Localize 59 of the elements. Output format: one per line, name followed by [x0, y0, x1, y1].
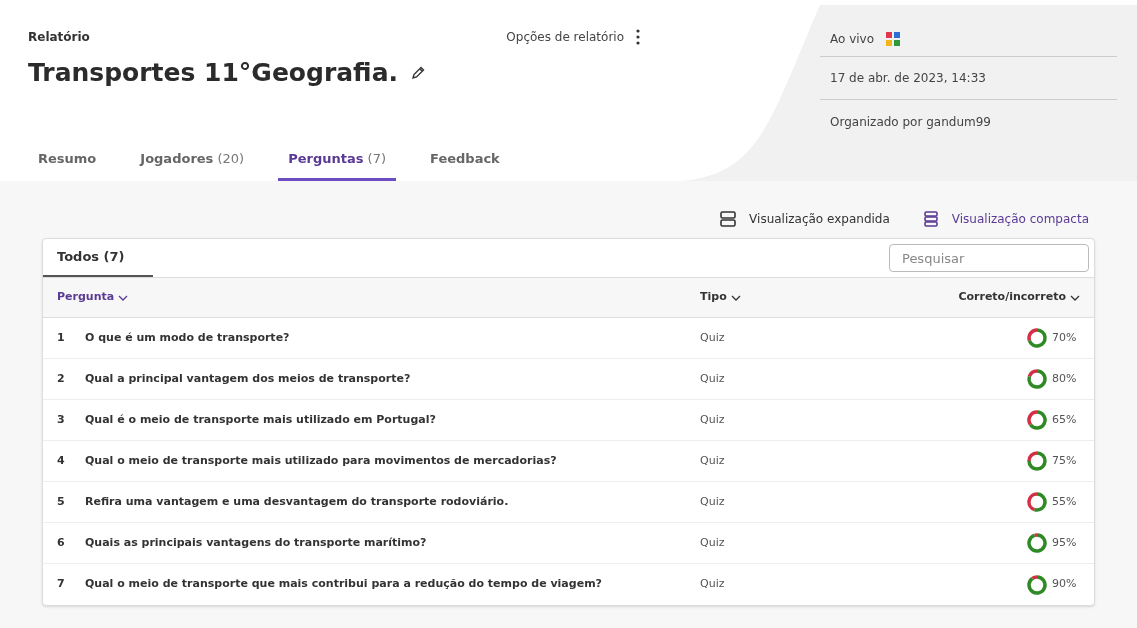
question-text[interactable]: Qual o meio de transporte mais utilizado para movimentos de mercadorias? [85, 452, 700, 470]
type-text: Quiz [700, 576, 726, 593]
question-text[interactable]: Quais as principais vantagens do transporte marítimo? [85, 534, 700, 552]
type-text: Quiz [700, 411, 726, 428]
row-number: 7 [57, 576, 66, 593]
donut-ring-icon [1026, 450, 1048, 472]
live-label: Ao vivo [830, 30, 875, 48]
column-header[interactable]: Tipo [700, 289, 920, 306]
search-field[interactable]: Pesquisar [889, 244, 1089, 272]
percent-text: 55% [1052, 493, 1078, 510]
more-vertical-icon [636, 29, 640, 45]
row-number: 3 [57, 411, 66, 428]
view-compact-icon [921, 209, 940, 228]
pencil-icon[interactable] [410, 64, 426, 81]
host-text: Organizado por gandum99 [830, 113, 991, 131]
date-text: 17 de abr. de 2023, 14:33 [830, 70, 986, 87]
donut-ring-icon [1026, 532, 1048, 554]
donut-ring-icon [1026, 368, 1048, 390]
percent-text: 65% [1052, 411, 1078, 428]
donut-ring-icon [1026, 327, 1048, 349]
grid-logo-icon [886, 31, 901, 46]
row-number: 5 [57, 493, 66, 510]
type-text: Quiz [700, 452, 726, 469]
chevron-down-icon [730, 294, 741, 301]
view-toggle[interactable]: Visualização compacta [921, 199, 1089, 238]
type-text: Quiz [700, 329, 726, 346]
row-number: 4 [57, 452, 66, 469]
row-number: 2 [57, 370, 66, 387]
percent-text: 95% [1052, 534, 1078, 551]
chevron-down-icon [118, 294, 129, 301]
row-number: 6 [57, 534, 66, 551]
report-title: Transportes 11°Geografia. [28, 57, 398, 89]
column-header[interactable]: Pergunta [57, 289, 700, 306]
report-options-button[interactable]: Opções de relatório [506, 28, 680, 46]
percent-text: 75% [1052, 452, 1078, 469]
question-text[interactable]: Qual o meio de transporte que mais contribui para a redução do tempo de viagem? [85, 576, 700, 593]
view-expanded-icon [719, 209, 738, 228]
question-text[interactable]: O que é um modo de transporte? [85, 329, 700, 347]
breadcrumb[interactable]: Relatório [28, 28, 507, 46]
question-text[interactable]: Refira uma vantagem e uma desvantagem do transporte rodoviário. [85, 493, 700, 511]
question-text[interactable]: Qual é o meio de transporte mais utilizado em Portugal? [85, 411, 700, 429]
row-number: 1 [57, 329, 66, 346]
percent-text: 70% [1052, 329, 1078, 346]
donut-ring-icon [1026, 409, 1048, 431]
percent-text: 80% [1052, 370, 1078, 387]
question-text[interactable]: Qual a principal vantagem dos meios de transporte? [85, 370, 700, 388]
type-text: Quiz [700, 370, 726, 387]
percent-text: 90% [1052, 576, 1078, 593]
tab[interactable]: Resumo [28, 148, 107, 181]
type-text: Quiz [700, 493, 726, 510]
tab[interactable]: Jogadores (20) [130, 148, 255, 181]
donut-ring-icon [1026, 573, 1048, 596]
view-toggle[interactable]: Visualização expandida [719, 199, 890, 238]
chevron-down-icon [1070, 294, 1080, 301]
tab[interactable]: Perguntas (7) [278, 148, 397, 181]
tab[interactable]: Feedback [420, 148, 510, 181]
type-text: Quiz [700, 534, 726, 551]
donut-ring-icon [1026, 491, 1048, 513]
column-header[interactable]: Correto/incorreto [920, 289, 1080, 306]
